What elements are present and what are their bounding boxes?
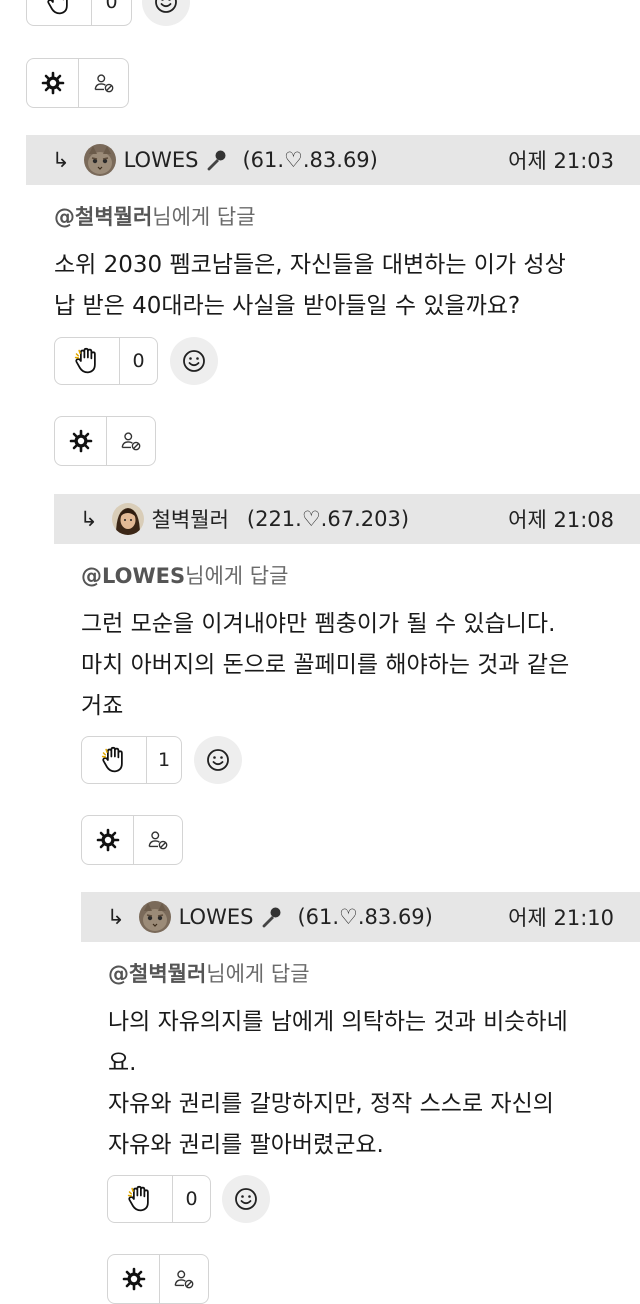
reply-target: @LOWES님에게 답글 bbox=[81, 560, 288, 590]
comment-actions bbox=[54, 416, 156, 466]
clapping-hand-icon bbox=[45, 0, 73, 16]
smiley-icon bbox=[182, 349, 206, 373]
timestamp: 어제 21:10 bbox=[508, 906, 614, 930]
ip-address: (221.♡.67.203) bbox=[246, 507, 410, 531]
reply-target-user[interactable]: @LOWES bbox=[81, 564, 185, 588]
settings-button[interactable] bbox=[27, 59, 78, 107]
comment-text: 나의 자유의지를 남에게 의탁하는 것과 비슷하네 요. 자유와 권리를 갈망하… bbox=[108, 1009, 568, 1158]
reply-target: @철벽뭘러님에게 답글 bbox=[108, 958, 310, 988]
like-button-group: 0 bbox=[26, 0, 132, 26]
clapping-hand-icon bbox=[100, 746, 128, 774]
emoji-button[interactable] bbox=[142, 0, 190, 26]
timestamp: 어제 21:08 bbox=[508, 508, 614, 532]
smiley-icon bbox=[154, 0, 178, 14]
microphone-icon bbox=[204, 148, 228, 172]
avatar[interactable] bbox=[139, 901, 171, 933]
reply-suffix: 님에게 답글 bbox=[152, 205, 256, 229]
comment-text: 소위 2030 펨코남들은, 자신들을 대변하는 이가 성상 납 받은 40대라… bbox=[54, 252, 566, 319]
reply-suffix: 님에게 답글 bbox=[185, 564, 289, 588]
gear-icon bbox=[122, 1267, 146, 1291]
reply-target-user[interactable]: @철벽뭘러 bbox=[54, 205, 152, 229]
nickname[interactable]: LOWES bbox=[124, 148, 199, 172]
reply-arrow-icon: ↳ bbox=[52, 148, 70, 172]
avatar[interactable] bbox=[112, 503, 144, 535]
user-block-icon bbox=[147, 829, 169, 851]
comment-header: ↳ LOWES (61.♡.83.69) 어제 21:10 bbox=[81, 892, 640, 942]
user-block-icon bbox=[120, 430, 142, 452]
nickname[interactable]: LOWES bbox=[179, 905, 254, 929]
comment-text: 그런 모순을 이겨내야만 펨충이가 될 수 있습니다. 마치 아버지의 돈으로 … bbox=[81, 611, 570, 719]
gear-icon bbox=[41, 71, 65, 95]
emoji-button[interactable] bbox=[194, 736, 242, 784]
comment-header: ↳ 철벽뭘러 (221.♡.67.203) 어제 21:08 bbox=[54, 494, 640, 544]
block-user-button[interactable] bbox=[133, 816, 182, 864]
clapping-hand-icon bbox=[73, 347, 101, 375]
ip-address: (61.♡.83.69) bbox=[242, 148, 378, 172]
settings-button[interactable] bbox=[108, 1255, 159, 1303]
user-block-icon bbox=[173, 1268, 195, 1290]
timestamp: 어제 21:03 bbox=[508, 149, 614, 173]
like-count: 0 bbox=[119, 338, 157, 384]
microphone-icon bbox=[259, 905, 283, 929]
block-user-button[interactable] bbox=[159, 1255, 208, 1303]
settings-button[interactable] bbox=[55, 417, 106, 465]
comment-header: ↳ LOWES (61.♡.83.69) 어제 21:03 bbox=[26, 135, 640, 185]
block-user-button[interactable] bbox=[78, 59, 128, 107]
reply-target-user[interactable]: @철벽뭘러 bbox=[108, 962, 206, 986]
settings-button[interactable] bbox=[82, 816, 133, 864]
nickname[interactable]: 철벽뭘러 bbox=[152, 504, 229, 534]
like-button[interactable] bbox=[55, 338, 119, 384]
smiley-icon bbox=[234, 1187, 258, 1211]
like-button-group: 1 bbox=[81, 736, 182, 784]
like-button[interactable] bbox=[82, 737, 146, 783]
reply-arrow-icon: ↳ bbox=[107, 905, 125, 929]
emoji-button[interactable] bbox=[222, 1175, 270, 1223]
avatar[interactable] bbox=[84, 144, 116, 176]
block-user-button[interactable] bbox=[106, 417, 155, 465]
like-count: 0 bbox=[91, 0, 131, 25]
like-button[interactable] bbox=[108, 1176, 172, 1222]
like-count: 0 bbox=[172, 1176, 210, 1222]
ip-address: (61.♡.83.69) bbox=[297, 905, 433, 929]
user-block-icon bbox=[93, 72, 115, 94]
smiley-icon bbox=[206, 748, 230, 772]
reply-suffix: 님에게 답글 bbox=[206, 962, 310, 986]
like-button[interactable] bbox=[27, 0, 91, 25]
clapping-hand-icon bbox=[126, 1185, 154, 1213]
reply-arrow-icon: ↳ bbox=[80, 507, 98, 531]
like-button-group: 0 bbox=[107, 1175, 211, 1223]
gear-icon bbox=[96, 828, 120, 852]
comment-actions bbox=[26, 58, 129, 108]
reply-target: @철벽뭘러님에게 답글 bbox=[54, 201, 256, 231]
gear-icon bbox=[69, 429, 93, 453]
like-button-group: 0 bbox=[54, 337, 158, 385]
emoji-button[interactable] bbox=[170, 337, 218, 385]
like-count: 1 bbox=[146, 737, 181, 783]
comment-actions bbox=[81, 815, 183, 865]
comment-actions bbox=[107, 1254, 209, 1304]
